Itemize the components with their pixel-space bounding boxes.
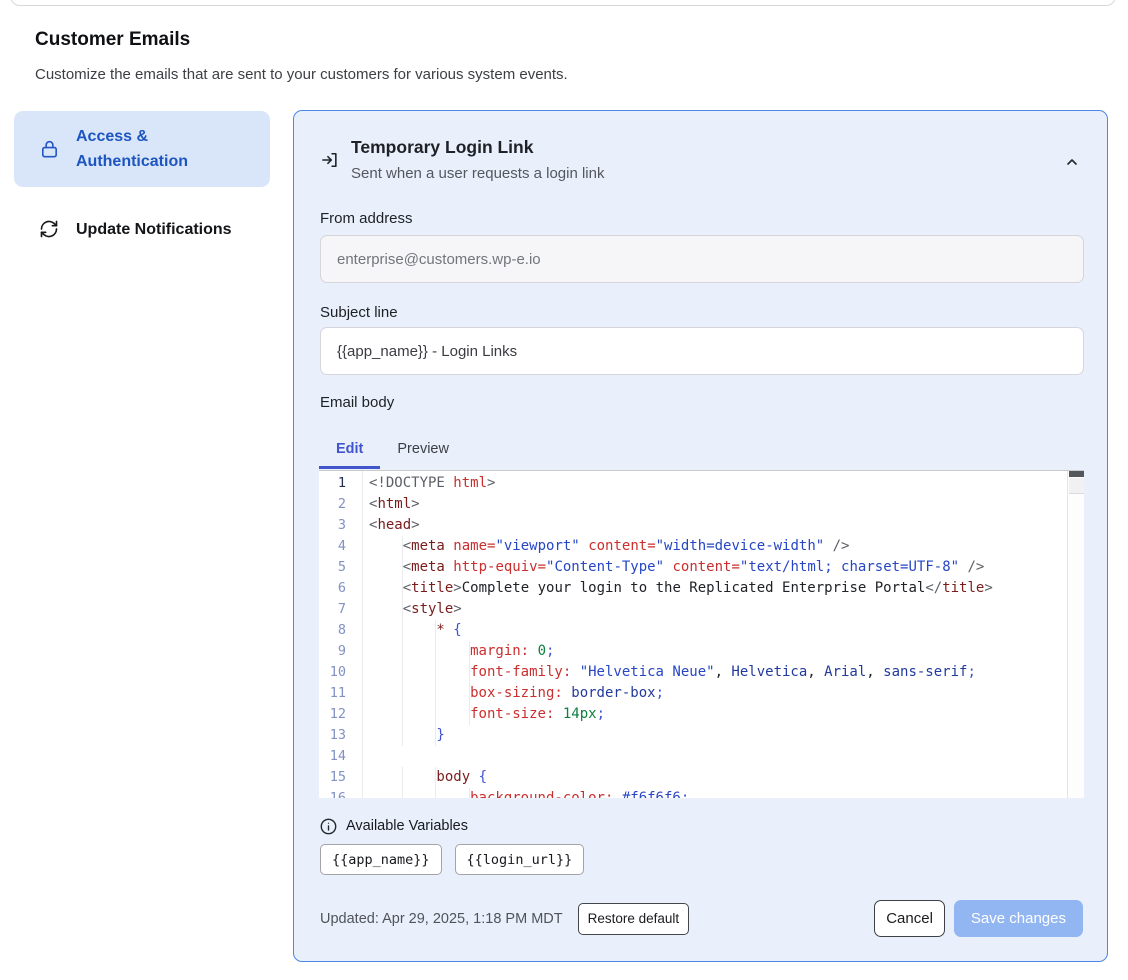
scrollbar-thumb[interactable] [1069,471,1084,477]
code-line: 2<html> [319,494,1084,515]
panel-subtitle: Sent when a user requests a login link [351,165,604,182]
gutter-separator [362,471,363,798]
code-line: 5<meta http-equiv="Content-Type" content… [319,557,1084,578]
code-line: 11box-sizing: border-box; [319,683,1084,704]
available-variables-header: Available Variables [320,816,468,836]
code-line: 9margin: 0; [319,641,1084,662]
sidebar-item-label: Access & Authentication [76,124,236,174]
log-in-icon [320,150,340,170]
from-address-label: From address [320,210,413,227]
panel-title: Temporary Login Link [351,137,533,158]
updated-timestamp: Updated: Apr 29, 2025, 1:18 PM MDT [320,911,563,927]
subject-line-label: Subject line [320,304,398,321]
sidebar-item-label: Update Notifications [76,217,236,242]
code-line: 15body { [319,767,1084,788]
code-line: 3<head> [319,515,1084,536]
variable-chip[interactable]: {{login_url}} [455,844,585,875]
cancel-button[interactable]: Cancel [874,900,945,937]
restore-default-button[interactable]: Restore default [578,903,690,935]
email-body-label: Email body [320,394,394,411]
code-line: 4<meta name="viewport" content="width=de… [319,536,1084,557]
code-line: 8* { [319,620,1084,641]
info-icon [320,818,337,835]
sidebar-item-access-authentication[interactable]: Access & Authentication [14,111,270,187]
code-editor[interactable]: 1<!DOCTYPE html>2<html>3<head>4<meta nam… [319,470,1084,798]
code-line: 16background-color: #f6f6f6; [319,788,1084,798]
page-subtitle: Customize the emails that are sent to yo… [35,66,568,83]
code-line: 1<!DOCTYPE html> [319,473,1084,494]
code-line: 14 [319,746,1084,767]
scrollbar-thumb-secondary[interactable] [1069,478,1084,494]
save-changes-button[interactable]: Save changes [954,900,1083,937]
panel-footer: Updated: Apr 29, 2025, 1:18 PM MDT Resto… [320,900,1083,937]
sidebar-item-update-notifications[interactable]: Update Notifications [14,203,270,255]
page-title: Customer Emails [35,29,190,51]
code-line: 10font-family: "Helvetica Neue", Helveti… [319,662,1084,683]
variable-chips: {{app_name}} {{login_url}} [320,844,584,875]
variable-chip[interactable]: {{app_name}} [320,844,442,875]
available-variables-label: Available Variables [346,818,468,834]
code-line: 7<style> [319,599,1084,620]
subject-line-input[interactable] [320,327,1084,375]
refresh-icon [38,218,60,240]
from-address-input [320,235,1084,283]
tab-edit[interactable]: Edit [319,428,380,469]
email-body-tabs: Edit Preview [319,428,466,469]
tab-preview[interactable]: Preview [380,428,466,469]
chevron-up-icon[interactable] [1061,151,1083,173]
code-line: 13} [319,725,1084,746]
editor-scrollbar[interactable] [1067,471,1084,798]
code-line: 6<title>Complete your login to the Repli… [319,578,1084,599]
temporary-login-link-panel: Temporary Login Link Sent when a user re… [293,110,1108,962]
lock-icon [38,138,60,160]
code-editor-lines: 1<!DOCTYPE html>2<html>3<head>4<meta nam… [319,471,1084,798]
code-line: 12font-size: 14px; [319,704,1084,725]
previous-card-edge [10,0,1116,6]
